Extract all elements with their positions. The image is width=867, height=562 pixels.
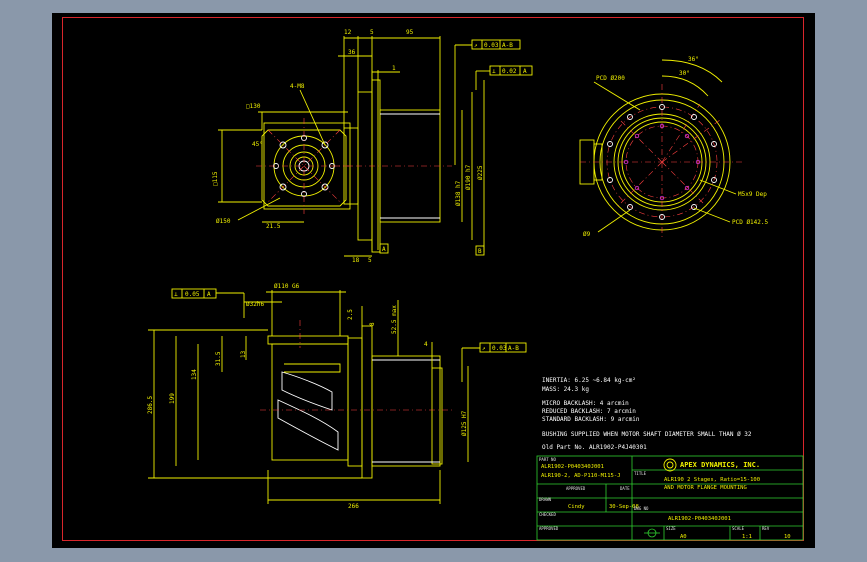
label-scale: SCALE <box>732 526 745 531</box>
dim-5b: 5 <box>368 257 372 264</box>
dim-tap: M5x9 Dep <box>738 191 767 198</box>
dim-266: 266 <box>348 503 359 510</box>
scale: 1:1 <box>742 534 752 540</box>
dim-95: 95 <box>406 29 414 36</box>
note-old-part: Old Part No. ALR1902-P4J40301 <box>542 444 647 451</box>
note-reduced-backlash: REDUCED BACKLASH: 7 arcmin <box>542 408 636 415</box>
note-standard-backlash: STANDARD BACKLASH: 9 arcmin <box>542 416 640 423</box>
company-name: APEX DYNAMICS, INC. <box>680 461 760 469</box>
side-view <box>330 70 452 253</box>
tol-runout2-value: 0.03 <box>492 345 507 352</box>
note-micro-backlash: MICRO BACKLASH: 4 arcmin <box>542 400 629 407</box>
revision: 10 <box>784 534 791 540</box>
title-block: PART NO ALR1902-P040340J001 ALR190-2, AD… <box>536 455 804 541</box>
tol-flat-value: 0.05 <box>185 291 200 298</box>
dim-1: 1 <box>392 65 396 72</box>
svg-text:↗: ↗ <box>474 42 478 49</box>
dwg-no: ALR1902-P040340J001 <box>668 516 731 522</box>
datum-b: B <box>478 248 482 255</box>
tol-runout-ref: A-B <box>502 42 513 49</box>
notes-block: INERTIA: 6.25 ~6.84 kg-cm² MASS: 24.3 kg… <box>542 377 752 451</box>
dim-holes: 4-M8 <box>290 83 305 90</box>
label-date: DATE <box>620 486 630 491</box>
dim-dia125: Ø125 H7 <box>461 410 468 436</box>
sheet-size: A0 <box>680 534 687 540</box>
dim-36: 36 <box>348 49 356 56</box>
dim-sq115: □115 <box>212 171 219 186</box>
dim-13: 13 <box>240 350 247 358</box>
dim-12: 12 <box>344 29 352 36</box>
dim-ang30: 30° <box>679 70 690 77</box>
dim-ang45: 45° <box>252 141 263 148</box>
cad-drawing: □130 4-M8 45° □115 Ø150 21.5 12 5 95 36 <box>147 29 804 541</box>
flange-dimensions: PCD Ø200 36° 30° M5x9 Dep PCD Ø142.5 Ø9 <box>583 56 769 238</box>
tol-flat-ref: A <box>207 291 211 298</box>
part-no: ALR1902-P040340J001 <box>541 464 604 470</box>
dim-525: 52.5 max <box>391 305 398 334</box>
svg-text:↗: ↗ <box>482 345 486 352</box>
datum-a: A <box>382 246 386 253</box>
title-line-2: AND MOTOR FLANGE MOUNTING <box>664 485 747 491</box>
label-dwg-no: DWG NO <box>634 506 649 511</box>
tol-runout-value: 0.03 <box>484 42 499 49</box>
svg-text:⊥: ⊥ <box>174 291 178 298</box>
dim-134: 134 <box>191 369 198 380</box>
dim-ang36: 36° <box>688 56 699 63</box>
dim-pcd200: PCD Ø200 <box>596 75 625 82</box>
svg-text:⊥: ⊥ <box>492 68 496 75</box>
tol-runout2-ref: A-B <box>508 345 519 352</box>
dim-dia9: Ø9 <box>583 231 591 238</box>
dim-215: 21.5 <box>266 223 281 230</box>
note-inertia: INERTIA: 6.25 ~6.84 kg-cm² <box>542 377 636 384</box>
end-view-flange <box>256 118 352 214</box>
tol-perp-value: 0.02 <box>502 68 517 75</box>
part-desc: ALR190-2, AD-P110-M115-J <box>541 473 620 479</box>
section-view-dimensions: ⊥ 0.05 A Ø110 G6 Ø32h6 2.5 8 52.5 max 13… <box>147 283 527 510</box>
dim-dia190: Ø190 h7 <box>465 164 472 190</box>
dim-pcd1425: PCD Ø142.5 <box>732 219 769 226</box>
label-title: TITLE <box>634 471 647 476</box>
title-line-1: ALR190 2 Stages, Ratio=15-100 <box>664 477 760 483</box>
label-checked: CHECKED <box>539 512 556 517</box>
dim-25: 2.5 <box>347 309 354 320</box>
label-rev: REV <box>762 526 770 531</box>
dim-8: 8 <box>369 322 376 326</box>
label-approved-2: APPROVED <box>539 526 559 531</box>
dim-dia150: Ø150 <box>216 218 231 225</box>
drawn-by: Cindy <box>568 504 585 510</box>
dim-2865: 286.5 <box>147 396 154 414</box>
dim-5: 5 <box>370 29 374 36</box>
dim-4: 4 <box>424 341 428 348</box>
label-size: SIZE <box>666 526 676 531</box>
flange-front-view <box>579 84 744 240</box>
label-approved: APPROVED <box>566 486 586 491</box>
dim-199: 199 <box>169 393 176 404</box>
side-view-dimensions: 12 5 95 36 1 ↗ 0.03 A-B ⊥ 0.02 A Ø138 h7… <box>338 29 533 264</box>
dim-sq130: □130 <box>246 103 261 110</box>
dim-dia110: Ø110 G6 <box>274 283 300 290</box>
dim-dia138: Ø138 h7 <box>455 180 462 206</box>
label-part-no: PART NO <box>539 457 556 462</box>
note-mass: MASS: 24.3 kg <box>542 386 589 393</box>
end-view-dimensions: □130 4-M8 45° □115 Ø150 21.5 <box>212 83 348 230</box>
dim-dia225: Ø225 <box>477 165 484 180</box>
dim-18: 18 <box>352 257 360 264</box>
label-drawn: DRAWN <box>539 497 552 502</box>
note-bushing: BUSHING SUPPLIED WHEN MOTOR SHAFT DIAMET… <box>542 431 752 438</box>
dim-315: 31.5 <box>215 351 222 366</box>
tol-perp-ref: A <box>523 68 527 75</box>
